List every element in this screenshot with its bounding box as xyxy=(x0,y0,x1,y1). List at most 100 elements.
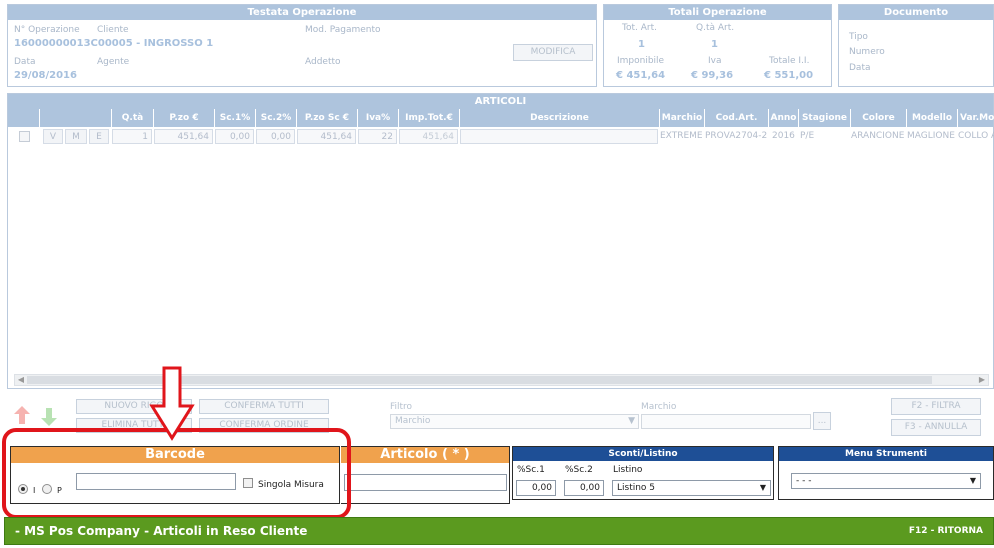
grid-header: Q.tà P.zo € Sc.1% Sc.2% P.zo Sc € Iva% I… xyxy=(8,109,994,127)
col-marchio[interactable]: Marchio xyxy=(660,109,705,127)
row-iva[interactable]: 22 xyxy=(358,129,397,144)
totale-value: € 551,00 xyxy=(764,70,814,81)
documento-title: Documento xyxy=(839,5,993,20)
articolo-panel: Articolo ( * ) xyxy=(341,446,510,504)
data-value: 29/08/2016 xyxy=(14,70,77,81)
row-prezzo-sc[interactable]: 451,64 xyxy=(297,129,356,144)
radio-p[interactable] xyxy=(42,484,52,494)
arrow-down-icon[interactable] xyxy=(40,407,58,427)
tot-art-label: Tot. Art. xyxy=(622,23,657,33)
col-select xyxy=(8,109,40,127)
sconti-title: Sconti/Listino xyxy=(513,447,773,461)
documento-data-label: Data xyxy=(849,63,871,73)
sc1-label: %Sc.1 xyxy=(517,465,545,475)
row-descrizione[interactable] xyxy=(460,129,658,144)
col-actions xyxy=(40,109,112,127)
data-label: Data xyxy=(14,57,36,67)
menu-strumenti-title: Menu Strumenti xyxy=(779,447,993,461)
elimina-tutti-button[interactable]: ELIMINA TUTTI xyxy=(76,418,192,433)
conferma-ordine-button[interactable]: CONFERMA ORDINE xyxy=(199,418,329,433)
row-imp-tot: 451,64 xyxy=(399,129,458,144)
num-operazione-label: N° Operazione xyxy=(14,25,80,35)
sc2-input[interactable]: 0,00 xyxy=(564,480,604,496)
col-prezzo[interactable]: P.zo € xyxy=(154,109,215,127)
col-qta[interactable]: Q.tà xyxy=(112,109,154,127)
f2-filtra-button[interactable]: F2 - FILTRA xyxy=(891,398,981,415)
col-colore[interactable]: Colore xyxy=(851,109,907,127)
tot-art-value: 1 xyxy=(638,39,645,50)
marchio-filter-input[interactable] xyxy=(641,414,811,429)
scroll-left-icon[interactable]: ◀ xyxy=(15,374,27,386)
row-var-mod: COLLO A xyxy=(958,131,994,141)
col-descrizione[interactable]: Descrizione xyxy=(460,109,660,127)
row-colore: ARANCIONE xyxy=(851,131,905,141)
marchio-lookup-button[interactable]: ... xyxy=(813,412,831,430)
agente-label: Agente xyxy=(97,57,130,67)
ritorna-button[interactable]: F12 - RITORNA xyxy=(909,526,983,536)
filtro-select[interactable]: Marchio ▼ xyxy=(390,414,639,429)
col-sc2[interactable]: Sc.2% xyxy=(256,109,297,127)
nuovo-rigo-button[interactable]: NUOVO RIGO xyxy=(76,399,192,414)
documento-panel: Documento Tipo Numero Data xyxy=(838,4,994,87)
articoli-grid: ARTICOLI Q.tà P.zo € Sc.1% Sc.2% P.zo Sc… xyxy=(7,93,994,389)
addetto-label: Addetto xyxy=(305,57,341,67)
testata-operazione-panel: Testata Operazione N° Operazione Cliente… xyxy=(7,4,597,87)
row-stagione: P/E xyxy=(800,131,815,141)
col-anno[interactable]: Anno xyxy=(769,109,799,127)
articoli-title: ARTICOLI xyxy=(8,94,993,109)
row-anno: 2016 xyxy=(772,131,795,141)
imponibile-value: € 451,64 xyxy=(616,70,666,81)
menu-strumenti-select[interactable]: - - - ▼ xyxy=(791,473,981,489)
articolo-title: Articolo ( * ) xyxy=(341,447,509,463)
row-modify-button[interactable]: M xyxy=(65,129,87,144)
operazione-cliente-value: 16000000013C00005 - INGROSSO 1 xyxy=(14,38,214,49)
mod-pagamento-label: Mod. Pagamento xyxy=(305,25,381,35)
modifica-button[interactable]: MODIFICA xyxy=(513,44,593,61)
barcode-input[interactable] xyxy=(76,473,236,490)
articolo-input[interactable] xyxy=(344,474,507,491)
row-sc1[interactable]: 0,00 xyxy=(215,129,254,144)
qta-art-label: Q.tà Art. xyxy=(696,23,735,33)
marchio-filter-label: Marchio xyxy=(641,402,677,412)
scrollbar-thumb[interactable] xyxy=(27,376,932,384)
col-sc1[interactable]: Sc.1% xyxy=(215,109,256,127)
testata-title: Testata Operazione xyxy=(8,5,596,20)
col-iva[interactable]: Iva% xyxy=(358,109,399,127)
listino-label: Listino xyxy=(613,465,643,475)
radio-p-label: P xyxy=(57,486,62,495)
filtro-chevron-down-icon: ▼ xyxy=(628,416,635,426)
col-imp-tot[interactable]: Imp.Tot.€ xyxy=(399,109,460,127)
iva-label: Iva xyxy=(708,56,722,66)
conferma-tutti-button[interactable]: CONFERMA TUTTI xyxy=(199,399,329,414)
listino-chevron-down-icon: ▼ xyxy=(759,483,766,492)
barcode-panel: Barcode I P Singola Misura xyxy=(10,446,340,504)
menu-strumenti-value: - - - xyxy=(796,476,812,486)
totali-title: Totali Operazione xyxy=(604,5,831,20)
row-sc2[interactable]: 0,00 xyxy=(256,129,295,144)
row-prezzo[interactable]: 451,64 xyxy=(154,129,213,144)
sc1-input[interactable]: 0,00 xyxy=(516,480,556,496)
radio-i-label: I xyxy=(33,486,36,495)
table-row[interactable]: V M E 1 451,64 0,00 0,00 451,64 22 451,6… xyxy=(8,127,994,147)
row-qta[interactable]: 1 xyxy=(112,129,152,144)
menu-strumenti-panel: Menu Strumenti - - - ▼ xyxy=(778,446,994,500)
col-modello[interactable]: Modello xyxy=(907,109,958,127)
sconti-listino-panel: Sconti/Listino %Sc.1 %Sc.2 Listino 0,00 … xyxy=(512,446,774,500)
row-view-button[interactable]: V xyxy=(43,129,63,144)
col-stagione[interactable]: Stagione xyxy=(799,109,851,127)
col-var-mod[interactable]: Var.Mo xyxy=(958,109,994,127)
arrow-up-icon[interactable] xyxy=(13,405,31,425)
scroll-right-icon[interactable]: ▶ xyxy=(976,374,988,386)
col-prezzo-sc[interactable]: P.zo Sc € xyxy=(297,109,358,127)
filtro-value: Marchio xyxy=(395,416,431,426)
singola-misura-checkbox[interactable] xyxy=(243,478,253,488)
row-delete-button[interactable]: E xyxy=(89,129,109,144)
col-cod-art[interactable]: Cod.Art. xyxy=(705,109,769,127)
horizontal-scrollbar[interactable]: ◀ ▶ xyxy=(14,374,989,386)
listino-select[interactable]: Listino 5 ▼ xyxy=(612,480,771,496)
radio-i[interactable] xyxy=(18,484,28,494)
footer-title: - MS Pos Company - Articoli in Reso Clie… xyxy=(15,524,308,538)
cliente-label: Cliente xyxy=(97,25,129,35)
f3-annulla-button[interactable]: F3 - ANNULLA xyxy=(891,419,981,436)
row-select-checkbox[interactable] xyxy=(19,131,30,142)
